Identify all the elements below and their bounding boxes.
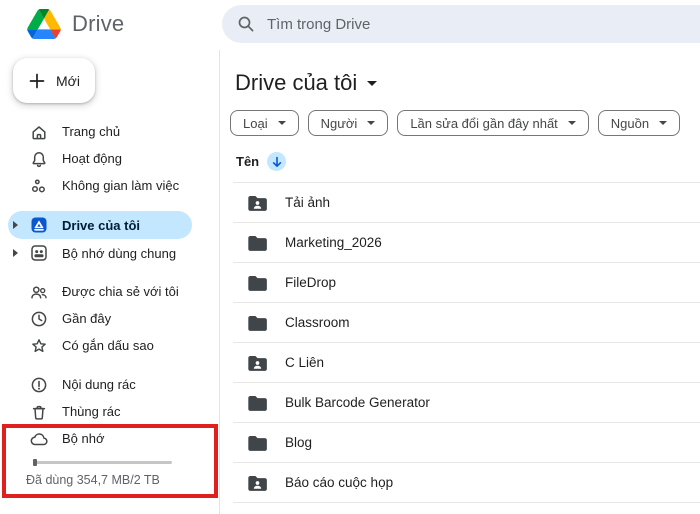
chevron-down-icon bbox=[367, 121, 376, 125]
workspaces-icon bbox=[30, 177, 48, 195]
bell-icon bbox=[30, 150, 48, 168]
sidebar-divider bbox=[219, 50, 220, 514]
drive-logo-area: Drive bbox=[27, 9, 124, 39]
plus-icon bbox=[29, 73, 45, 88]
folder-icon bbox=[247, 234, 268, 252]
folder-icon bbox=[247, 314, 268, 332]
storage-progress-bar bbox=[33, 459, 172, 466]
folder-row[interactable]: Marketing_2026 bbox=[233, 223, 700, 263]
sidebar-item-label: Có gắn dấu sao bbox=[62, 338, 154, 353]
search-icon bbox=[238, 16, 254, 32]
expand-arrow-icon[interactable] bbox=[13, 249, 18, 257]
sidebar-item-label: Nội dung rác bbox=[62, 377, 136, 392]
folder-row[interactable]: Classroom bbox=[233, 303, 700, 343]
filter-chip-modified[interactable]: Lần sửa đổi gần đây nhất bbox=[397, 110, 589, 136]
spam-icon bbox=[30, 376, 48, 394]
folder-name: Marketing_2026 bbox=[285, 235, 382, 250]
folder-row[interactable]: Bulk Barcode Generator bbox=[233, 383, 700, 423]
people-icon bbox=[30, 283, 48, 301]
folder-row[interactable]: Tải ảnh bbox=[233, 183, 700, 223]
shared-drives-icon bbox=[30, 244, 48, 262]
filter-chip-people[interactable]: Người bbox=[307, 110, 389, 136]
storage-used-indicator bbox=[33, 459, 37, 466]
sidebar-item-home[interactable]: Trang chủ bbox=[0, 118, 219, 145]
sidebar-item-my-drive[interactable]: Drive của tôi bbox=[0, 211, 219, 239]
folder-row[interactable]: Báo cáo cuộc họp bbox=[233, 463, 700, 503]
sidebar-item-spam[interactable]: Nội dung rác bbox=[0, 371, 219, 398]
filter-chip-label: Nguồn bbox=[610, 115, 650, 131]
folder-icon bbox=[247, 274, 268, 292]
folder-row[interactable]: FileDrop bbox=[233, 263, 700, 303]
sidebar-item-label: Gần đây bbox=[62, 311, 112, 326]
sidebar-item-label: Trang chủ bbox=[62, 124, 121, 139]
cloud-icon bbox=[30, 430, 48, 448]
sidebar-group-trash: Nội dung rác Thùng rác Bộ nhớ bbox=[0, 371, 219, 452]
sidebar-item-shared-with-me[interactable]: Được chia sẻ với tôi bbox=[0, 278, 219, 305]
folder-row[interactable]: C Liên bbox=[233, 343, 700, 383]
google-drive-app: Drive Mới Trang chủ Hoạt động bbox=[0, 0, 700, 514]
drive-logo-icon bbox=[27, 9, 61, 39]
page-title[interactable]: Drive của tôi bbox=[235, 70, 378, 96]
sidebar-item-label: Drive của tôi bbox=[62, 217, 141, 233]
chevron-down-icon bbox=[659, 121, 668, 125]
storage-usage-text: Đã dùng 354,7 MB/2 TB bbox=[26, 473, 160, 487]
expand-arrow-icon[interactable] bbox=[13, 221, 18, 229]
clock-icon bbox=[30, 310, 48, 328]
folder-icon bbox=[247, 434, 268, 452]
sidebar-item-label: Bộ nhớ dùng chung bbox=[62, 245, 177, 261]
folder-name: Blog bbox=[285, 435, 313, 450]
filter-chip-type[interactable]: Loại bbox=[230, 110, 299, 136]
sidebar-item-trash[interactable]: Thùng rác bbox=[0, 398, 219, 425]
folder-name: C Liên bbox=[285, 355, 325, 370]
sidebar-item-recent[interactable]: Gần đây bbox=[0, 305, 219, 332]
filter-chip-label: Người bbox=[320, 115, 358, 131]
name-column-header[interactable]: Tên bbox=[236, 154, 259, 169]
folder-name: Classroom bbox=[285, 315, 350, 330]
my-drive-icon bbox=[30, 216, 48, 234]
sidebar-group-main: Trang chủ Hoạt động Không gian làm việc bbox=[0, 118, 219, 199]
sidebar-item-activity[interactable]: Hoạt động bbox=[0, 145, 219, 172]
filter-chip-source[interactable]: Nguồn bbox=[597, 110, 681, 136]
chevron-down-icon bbox=[277, 121, 286, 125]
filter-chips: Loại Người Lần sửa đổi gần đây nhất Nguồ… bbox=[230, 110, 681, 136]
sidebar-item-shared-drives[interactable]: Bộ nhớ dùng chung bbox=[0, 239, 219, 267]
folder-name: Báo cáo cuộc họp bbox=[285, 475, 394, 490]
new-button-label: Mới bbox=[56, 72, 80, 89]
file-list: Tải ảnh Marketing_2026 FileDrop Classroo… bbox=[233, 182, 700, 503]
home-icon bbox=[30, 123, 48, 141]
folder-row[interactable]: Blog bbox=[233, 423, 700, 463]
search-input[interactable] bbox=[267, 15, 607, 33]
chevron-down-icon bbox=[567, 121, 576, 125]
folder-name: Bulk Barcode Generator bbox=[285, 395, 430, 410]
sidebar-item-label: Không gian làm việc bbox=[62, 178, 180, 193]
page-title-label: Drive của tôi bbox=[235, 70, 358, 95]
drive-wordmark: Drive bbox=[72, 11, 125, 36]
search-bar[interactable] bbox=[222, 5, 700, 43]
shared-folder-icon bbox=[247, 354, 268, 372]
filter-chip-label: Loại bbox=[243, 115, 268, 131]
sidebar-item-label: Bộ nhớ bbox=[62, 431, 105, 446]
sidebar-item-storage[interactable]: Bộ nhớ bbox=[0, 425, 219, 452]
sidebar-item-label: Được chia sẻ với tôi bbox=[62, 284, 179, 299]
arrow-down-icon bbox=[272, 156, 281, 167]
chevron-down-icon bbox=[367, 80, 378, 86]
sidebar-item-label: Hoạt động bbox=[62, 151, 122, 166]
shared-folder-icon bbox=[247, 474, 268, 492]
new-button[interactable]: Mới bbox=[13, 58, 95, 103]
sidebar-group-drives: Drive của tôi Bộ nhớ dùng chung bbox=[0, 211, 219, 267]
sidebar-item-label: Thùng rác bbox=[62, 404, 121, 419]
folder-icon bbox=[247, 394, 268, 412]
sidebar-item-starred[interactable]: Có gắn dấu sao bbox=[0, 332, 219, 359]
trash-icon bbox=[30, 403, 48, 421]
list-header: Tên bbox=[236, 152, 287, 171]
sidebar-item-workspaces[interactable]: Không gian làm việc bbox=[0, 172, 219, 199]
star-icon bbox=[30, 337, 48, 355]
shared-folder-icon bbox=[247, 194, 268, 212]
sidebar-group-shared: Được chia sẻ với tôi Gần đây Có gắn dấu … bbox=[0, 278, 219, 359]
filter-chip-label: Lần sửa đổi gần đây nhất bbox=[410, 115, 558, 131]
folder-name: Tải ảnh bbox=[285, 195, 331, 210]
sort-direction-button[interactable] bbox=[267, 152, 287, 171]
folder-name: FileDrop bbox=[285, 275, 337, 290]
